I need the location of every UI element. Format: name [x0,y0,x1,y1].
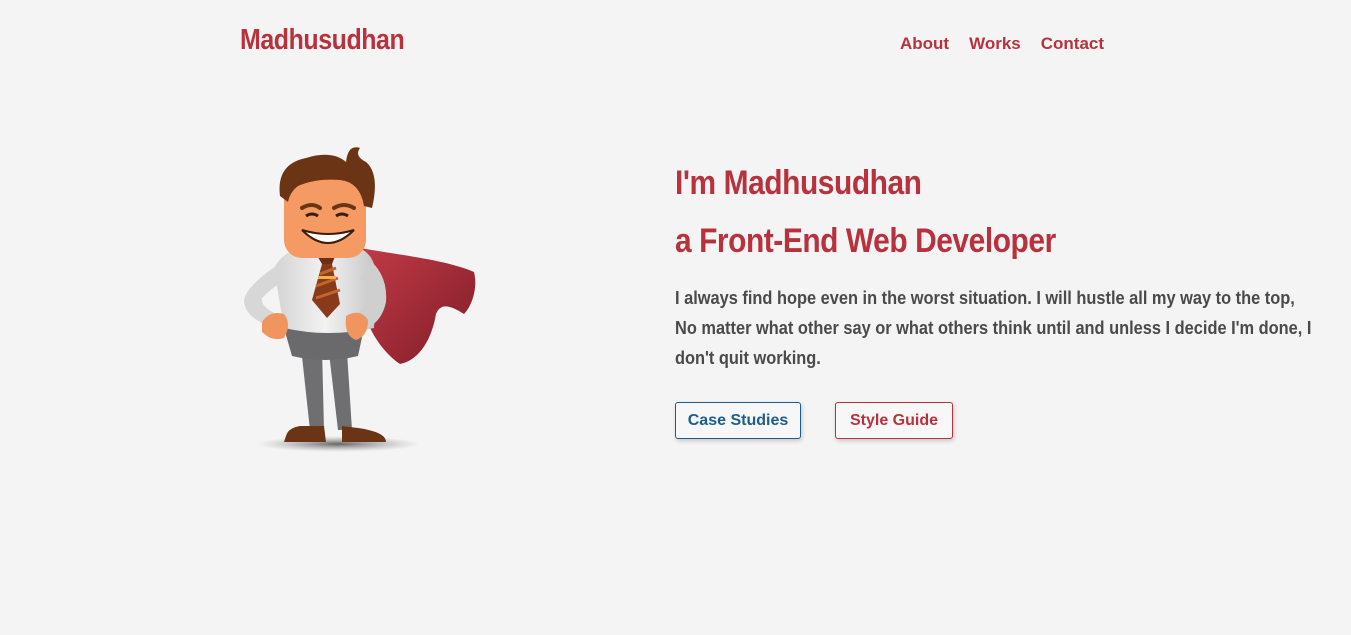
hero-title-line-1: I'm Madhusudhan [675,164,922,202]
page: Madhusudhan About Works Contact I'm Madh… [0,0,1351,635]
main-nav: About Works Contact [900,34,1104,54]
superhero-developer-icon [236,138,486,458]
nav-link-contact[interactable]: Contact [1041,34,1104,54]
nav-link-about[interactable]: About [900,34,949,54]
hero-title-line-2: a Front-End Web Developer [675,222,1056,260]
hero-description: I always find hope even in the worst sit… [675,288,1312,368]
nav-link-works[interactable]: Works [969,34,1021,54]
case-studies-button[interactable]: Case Studies [675,402,801,439]
brand-logo[interactable]: Madhusudhan [240,24,405,57]
hero-title: I'm Madhusudhan a Front-End Web Develope… [675,154,1056,270]
style-guide-button[interactable]: Style Guide [835,402,953,439]
